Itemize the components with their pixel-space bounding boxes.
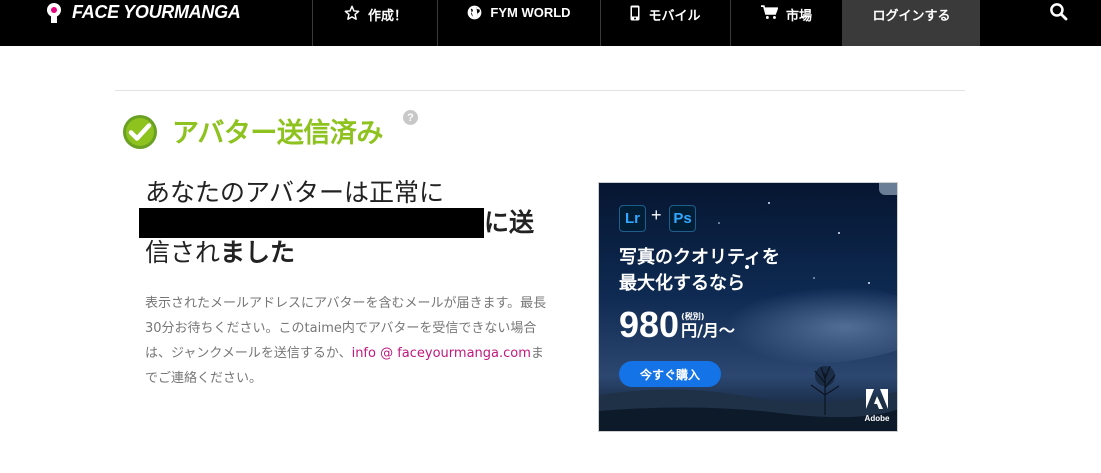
adobe-logo: Adobe xyxy=(862,389,892,423)
adobe-logo-text: Adobe xyxy=(864,414,890,423)
headline-line-1: あなたのアバターは正常に xyxy=(145,178,445,207)
ad-price-unit: 円/月〜 xyxy=(681,321,735,340)
headline-line-2: に送 xyxy=(139,208,555,238)
search-button[interactable] xyxy=(1040,0,1076,26)
adobe-logo-icon xyxy=(866,389,888,413)
advertisement-banner[interactable]: Lr + Ps 写真のクオリティを 最大化するなら 980 (税別) 円/月〜 … xyxy=(598,182,898,432)
logo-face-icon xyxy=(44,2,64,23)
headline-line-3-bold: ました xyxy=(220,238,296,267)
headline-line-3: 信されました xyxy=(145,238,555,268)
help-icon[interactable]: ? xyxy=(403,110,418,125)
ad-headline-line-2: 最大化するなら xyxy=(619,273,745,294)
ad-headline-line-1: 写真のクオリティを xyxy=(619,247,780,268)
checkmark-icon xyxy=(122,114,158,150)
page-title: アバター送信済み xyxy=(172,118,383,149)
headline-line-3-normal: 信され xyxy=(145,238,221,267)
logo-text: FACE YOURMANGA xyxy=(72,1,241,22)
nav-mobile[interactable]: モバイル xyxy=(600,0,730,46)
cart-icon xyxy=(760,5,778,20)
headline-line-2-text: に送 xyxy=(484,208,535,237)
ad-headline: 写真のクオリティを 最大化するなら xyxy=(619,245,879,297)
ad-price-number: 980 xyxy=(619,304,680,345)
search-icon xyxy=(1049,2,1068,25)
nav-login-label: ログインする xyxy=(872,8,951,23)
nav-create[interactable]: 作成！ xyxy=(312,0,438,46)
nav-fym-world-label: FYM WORLD xyxy=(490,5,571,20)
success-headline: あなたのアバターは正常に に送 信されました xyxy=(139,178,555,268)
ad-price-suffix: (税別) 円/月〜 xyxy=(681,312,735,340)
nav-market-label: 市場 xyxy=(785,8,812,23)
buy-now-button[interactable]: 今すぐ購入 xyxy=(619,361,721,387)
nav-market[interactable]: 市場 xyxy=(730,0,842,46)
mobile-icon xyxy=(630,5,640,21)
ad-choices-corner[interactable] xyxy=(879,183,897,195)
nav-create-label: 作成！ xyxy=(367,8,407,23)
globe-icon xyxy=(467,5,482,20)
content-divider xyxy=(115,90,965,91)
nav-login[interactable]: ログインする xyxy=(842,0,980,46)
contact-email-link[interactable]: info @ faceyourmanga.com xyxy=(352,346,531,361)
nav-fym-world[interactable]: FYM WORLD xyxy=(437,0,600,46)
redacted-email xyxy=(139,208,484,238)
site-logo[interactable]: FACE YOURMANGA xyxy=(44,0,241,24)
ad-plus-sign: + xyxy=(651,205,662,225)
top-navigation-bar: FACE YOURMANGA 作成！ FYM WORLD モバイル 市場 ログイ… xyxy=(0,0,1101,46)
star-icon xyxy=(344,5,360,21)
ad-price: 980 (税別) 円/月〜 xyxy=(619,305,735,345)
nav-mobile-label: モバイル xyxy=(648,8,701,23)
email-notice: 表示されたメールアドレスにアバターを含むメールが届きます。最長30分お待ちくださ… xyxy=(145,291,555,391)
lightroom-badge: Lr xyxy=(619,205,646,232)
photoshop-badge: Ps xyxy=(669,205,696,232)
